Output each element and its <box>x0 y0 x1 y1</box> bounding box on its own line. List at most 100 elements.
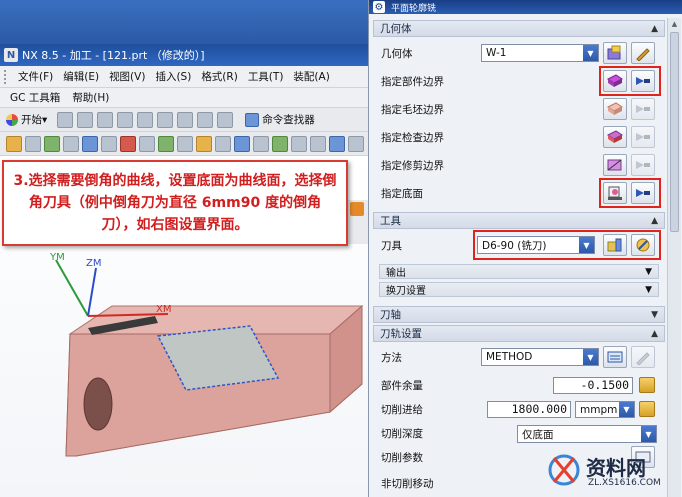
save-icon[interactable] <box>97 111 114 128</box>
new-icon[interactable] <box>57 111 74 128</box>
shop-docs-icon[interactable] <box>177 135 193 152</box>
menu-file[interactable]: 文件(F) <box>18 69 53 84</box>
chevron-down-icon: ▼ <box>645 284 652 295</box>
output-subsection[interactable]: 输出 ▼ <box>379 264 659 279</box>
filter-icon[interactable] <box>291 135 307 152</box>
menu-edit[interactable]: 编辑(E) <box>63 69 99 84</box>
new-geometry-button[interactable] <box>603 42 627 64</box>
menu-bar-2: GC 工具箱 帮助(H) <box>0 88 368 108</box>
start-label: 开始▾ <box>21 114 48 126</box>
verify-path-icon[interactable] <box>120 135 136 152</box>
settings-gear-icon[interactable]: ⚙ <box>373 1 385 13</box>
geometry-value: W-1 <box>486 47 507 59</box>
command-finder-button[interactable]: 命令查找器 <box>245 112 315 127</box>
menu-help[interactable]: 帮助(H) <box>72 90 109 105</box>
highlight-tool <box>473 230 661 260</box>
edit-method-button[interactable] <box>631 346 655 368</box>
floor-label: 指定底面 <box>381 187 423 200</box>
planar-profile-dialog: ⚙ 平面轮廓铣 几何体 ▲ 几何体 W-1 ▼ 指定部件边界 指定毛坯边界 指定… <box>368 0 682 497</box>
watermark-url: ZL.XS1616.COM <box>588 478 661 488</box>
undo-icon[interactable] <box>217 111 234 128</box>
select-trim-boundary-button[interactable] <box>603 154 627 176</box>
chevron-up-icon: ▲ <box>651 328 658 339</box>
save-as-icon[interactable] <box>117 111 134 128</box>
feed-label: 切削进给 <box>381 403 423 416</box>
cam-toolbar <box>0 132 368 156</box>
feed-unit-select[interactable]: mmpm ▼ <box>575 401 635 418</box>
watermark-text: 资料网 <box>586 456 646 480</box>
method-view-icon[interactable] <box>272 135 288 152</box>
orient-icon[interactable] <box>329 135 345 152</box>
open-icon[interactable] <box>77 111 94 128</box>
menu-format[interactable]: 格式(R) <box>201 69 238 84</box>
create-geometry-icon[interactable] <box>44 135 60 152</box>
display-blank-boundary-button[interactable] <box>631 98 655 120</box>
geometry-view-icon[interactable] <box>253 135 269 152</box>
menu-view[interactable]: 视图(V) <box>109 69 145 84</box>
check-boundary-icon <box>607 130 623 143</box>
dialog-body: 几何体 ▲ 几何体 W-1 ▼ 指定部件边界 指定毛坯边界 指定检查边界 指定修… <box>373 18 665 497</box>
blank-boundary-label: 指定毛坯边界 <box>381 103 444 116</box>
create-method-icon[interactable] <box>63 135 79 152</box>
machine-view-icon[interactable] <box>234 135 250 152</box>
section-tool-axis[interactable]: 刀轴 ▼ <box>373 306 665 323</box>
fit-icon[interactable] <box>348 135 364 152</box>
start-menu-button[interactable]: 开始▾ <box>6 112 47 127</box>
tool-change-subsection[interactable]: 换刀设置 ▼ <box>379 282 659 297</box>
check-boundary-row: 指定检查边界 <box>373 124 665 150</box>
scroll-up-icon[interactable]: ▲ <box>670 20 679 30</box>
depth-select[interactable]: 仅底面 ▼ <box>517 425 657 443</box>
geometry-label: 几何体 <box>381 47 413 60</box>
section-geometry-label: 几何体 <box>380 23 412 35</box>
menu-tools[interactable]: 工具(T) <box>248 69 284 84</box>
delete-icon[interactable] <box>197 111 214 128</box>
side-hole <box>83 377 113 431</box>
window-title: NX 8.5 - 加工 - [121.prt （修改的）] <box>22 49 205 62</box>
select-blank-boundary-button[interactable] <box>603 98 627 120</box>
section-tool[interactable]: 工具 ▲ <box>373 212 665 229</box>
section-path-settings[interactable]: 刀轨设置 ▲ <box>373 325 665 342</box>
depth-row: 切削深度 仅底面 ▼ <box>373 420 665 446</box>
dialog-scrollbar[interactable]: ▲ <box>667 18 681 497</box>
menu-assembly[interactable]: 装配(A) <box>293 69 329 84</box>
display-trim-boundary-button[interactable] <box>631 154 655 176</box>
replay-icon[interactable] <box>139 135 155 152</box>
display-check-boundary-button[interactable] <box>631 126 655 148</box>
lock-icon[interactable] <box>639 377 655 393</box>
section-geometry[interactable]: 几何体 ▲ <box>373 20 665 37</box>
post-process-icon[interactable] <box>158 135 174 152</box>
method-select[interactable]: METHOD ▼ <box>481 348 599 366</box>
select-check-boundary-button[interactable] <box>603 126 627 148</box>
stock-input[interactable]: -0.1500 <box>553 377 633 394</box>
feed-unit-value: mmpm <box>580 403 618 416</box>
grip-icon <box>4 69 8 84</box>
create-operation-icon[interactable] <box>82 135 98 152</box>
scroll-thumb[interactable] <box>670 32 679 232</box>
method-row: 方法 METHOD ▼ <box>373 344 665 370</box>
xm-axis-label: XM <box>156 304 171 315</box>
program-order-icon[interactable] <box>215 135 231 152</box>
new-method-button[interactable] <box>603 346 627 368</box>
geometry-select[interactable]: W-1 ▼ <box>481 44 599 62</box>
cut-icon[interactable] <box>137 111 154 128</box>
output-label: 输出 <box>386 268 406 279</box>
wrench-icon <box>636 48 650 61</box>
binoculars-icon <box>245 112 260 127</box>
standard-toolbar: 开始▾ 命令查找器 <box>0 108 368 132</box>
create-program-icon[interactable] <box>6 135 22 152</box>
create-tool-icon[interactable] <box>25 135 41 152</box>
output-cls-icon[interactable] <box>196 135 212 152</box>
flashlight-icon <box>636 161 650 169</box>
feed-input[interactable]: 1800.000 <box>487 401 571 418</box>
flashlight-icon <box>636 105 650 113</box>
paste-icon[interactable] <box>177 111 194 128</box>
instruction-text: 3.选择需要倒角的曲线，设置底面为曲线面，选择倒角刀具（例中倒角刀为直径 6mm… <box>13 173 337 233</box>
edit-geometry-button[interactable] <box>631 42 655 64</box>
copy-icon[interactable] <box>157 111 174 128</box>
lock-icon[interactable] <box>639 401 655 417</box>
selection-filter-icon[interactable] <box>350 202 364 216</box>
menu-insert[interactable]: 插入(S) <box>155 69 191 84</box>
display-icon[interactable] <box>310 135 326 152</box>
generate-path-icon[interactable] <box>101 135 117 152</box>
menu-gc-toolbox[interactable]: GC 工具箱 <box>10 90 60 105</box>
